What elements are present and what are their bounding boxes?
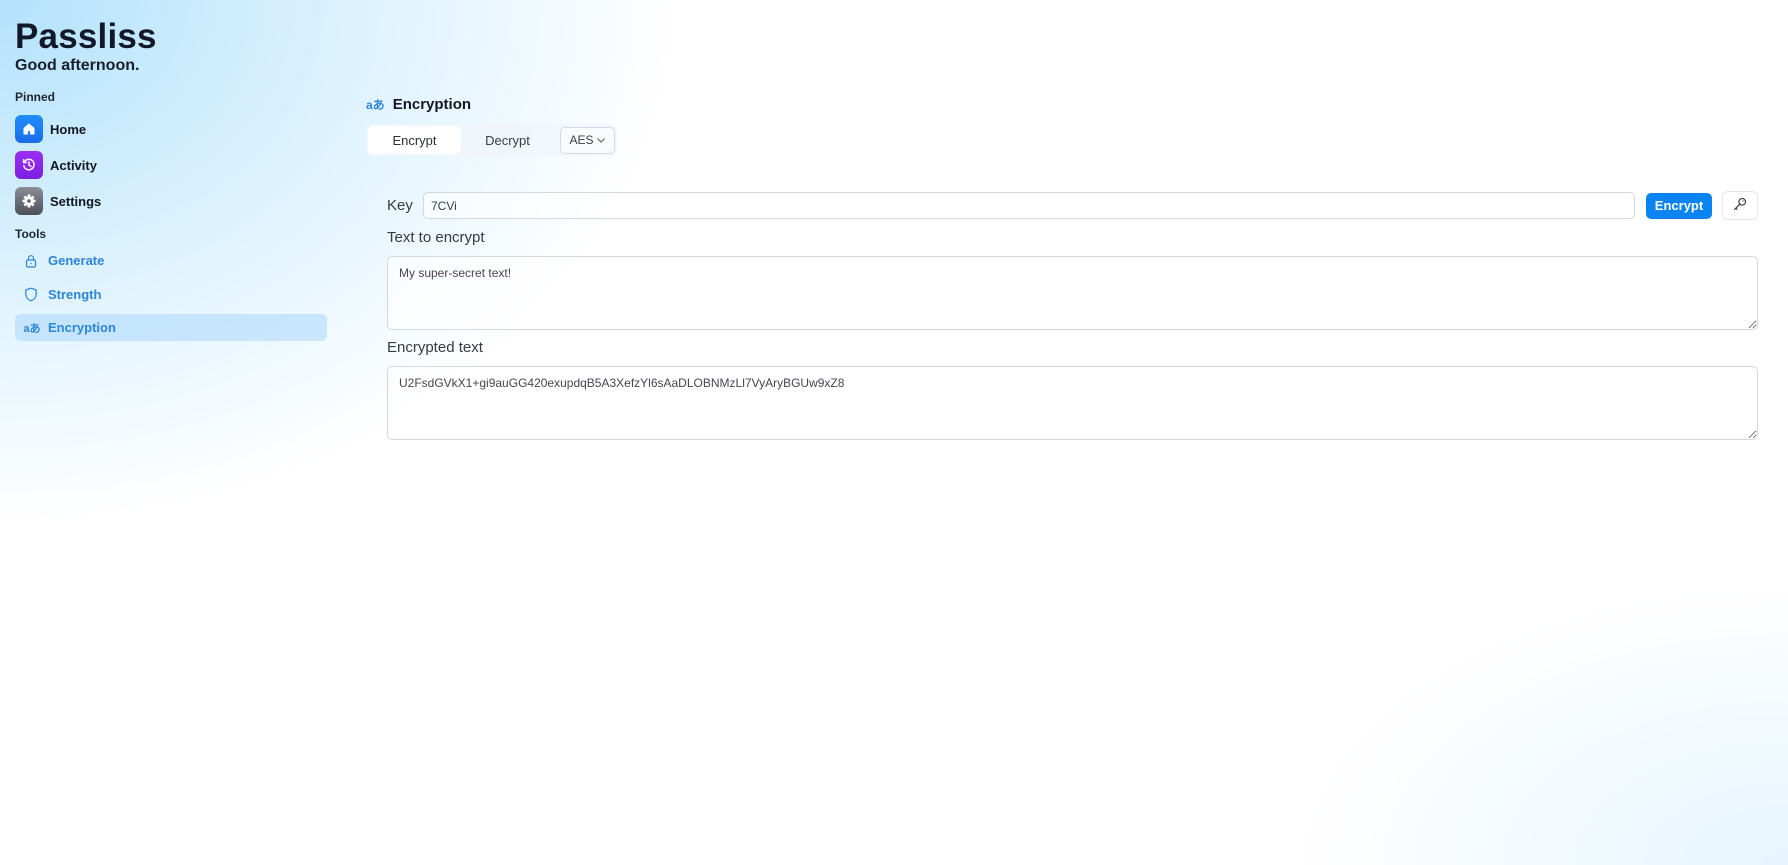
history-icon [15, 151, 43, 179]
text-to-encrypt-label: Text to encrypt [387, 229, 485, 246]
pinned-list: Home Activity Settings [15, 111, 330, 219]
sidebar-item-label: Generate [48, 253, 105, 268]
chevron-down-icon [596, 136, 606, 144]
sidebar-item-label: Encryption [48, 320, 116, 335]
sidebar-item-strength[interactable]: Strength [15, 281, 327, 308]
home-icon [15, 115, 43, 143]
sidebar-item-activity[interactable]: Activity [15, 147, 330, 183]
sidebar-item-label: Activity [50, 157, 97, 173]
shield-icon [23, 286, 39, 302]
translate-icon: aあ [366, 97, 385, 112]
tools-section-label: Tools [15, 227, 47, 241]
algorithm-select[interactable]: AES [560, 126, 615, 154]
text-to-encrypt-input[interactable]: My super-secret text! [387, 256, 1758, 330]
lock-icon [23, 253, 39, 269]
app-title: Passliss [15, 17, 157, 56]
sidebar-item-label: Settings [50, 193, 102, 209]
key-row: Key Encrypt [387, 191, 1768, 220]
encrypt-button[interactable]: Encrypt [1646, 192, 1712, 219]
sidebar-item-settings[interactable]: Settings [15, 183, 330, 219]
sidebar-item-home[interactable]: Home [15, 111, 330, 147]
encrypted-text-label: Encrypted text [387, 339, 483, 356]
tools-list: Generate Strength aあ Encryption [15, 247, 327, 341]
key-icon [1732, 196, 1748, 215]
greeting: Good afternoon. [15, 57, 140, 74]
tab-encrypt[interactable]: Encrypt [368, 126, 461, 154]
sidebar-item-encryption[interactable]: aあ Encryption [15, 314, 327, 341]
gear-icon [15, 187, 43, 215]
tab-decrypt[interactable]: Decrypt [461, 126, 554, 154]
algorithm-value: AES [569, 133, 594, 147]
sidebar-item-label: Strength [48, 286, 102, 302]
pinned-section-label: Pinned [15, 90, 56, 104]
key-label: Key [387, 197, 413, 214]
encryption-form: Key Encrypt Text to encrypt My super-sec… [387, 191, 1768, 440]
sidebar-item-label: Home [50, 121, 87, 137]
encrypted-text-output[interactable]: U2FsdGVkX1+gi9auGG420exupdqB5A3XefzYl6sA… [387, 366, 1758, 440]
sidebar-item-generate[interactable]: Generate [15, 247, 327, 274]
key-input[interactable] [423, 192, 1635, 219]
translate-icon: aあ [23, 322, 41, 335]
mode-toolbar: Encrypt Decrypt AES [366, 124, 617, 156]
page-header: aあ Encryption [366, 94, 1788, 114]
page-title: Encryption [392, 95, 472, 113]
generate-key-button[interactable] [1722, 191, 1758, 220]
sidebar: Passliss Good afternoon. Pinned Home Act… [0, 0, 330, 865]
main-content: aあ Encryption Encrypt Decrypt AES Key En… [366, 94, 1788, 440]
